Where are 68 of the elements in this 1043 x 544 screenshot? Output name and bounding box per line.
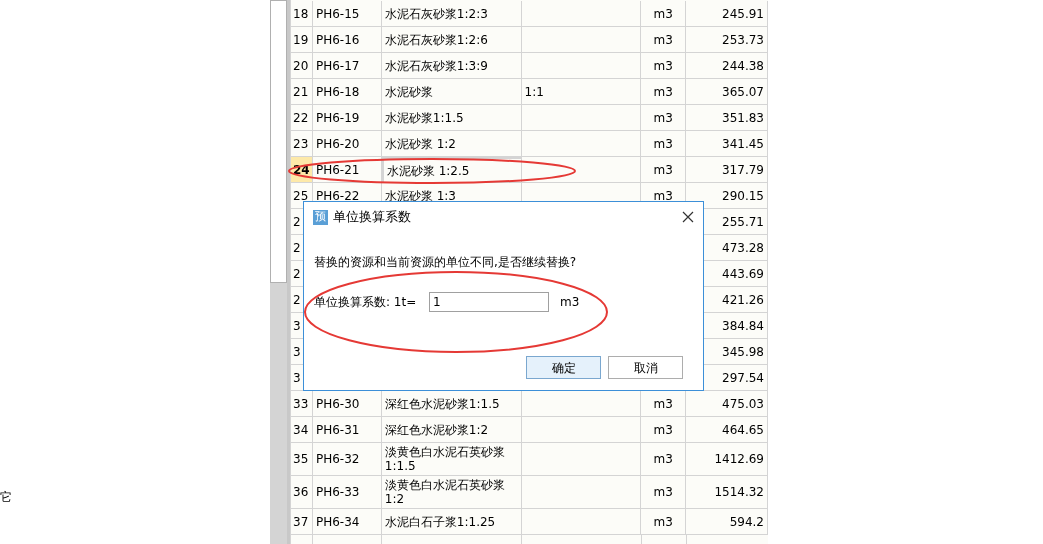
table-cell: 水泥砂浆 1:2 — [381, 131, 522, 157]
table-cell: 351.83 — [686, 105, 768, 131]
row-number[interactable]: 21 — [291, 79, 313, 105]
field-label: 单位换算系数: 1t= — [314, 294, 418, 311]
table-cell: 317.79 — [686, 157, 768, 183]
table-cell: 水泥石灰砂浆1:2:6 — [381, 27, 522, 53]
row-number[interactable]: 35 — [291, 443, 313, 476]
row-number[interactable]: 23 — [291, 131, 313, 157]
table-cell: PH6-32 — [312, 443, 382, 476]
row-number[interactable]: 33 — [291, 391, 313, 417]
table-cell: PH6-19 — [312, 105, 382, 131]
table-cell: PH6-16 — [312, 27, 382, 53]
table-cell: 淡黄色白水泥石英砂浆1:1.5 — [381, 443, 522, 476]
table-cell: PH6-18 — [312, 79, 382, 105]
table-cell: PH6-34 — [312, 509, 382, 535]
row-number[interactable]: 18 — [291, 1, 313, 27]
table-cell: m3 — [641, 476, 687, 509]
table-cell: 水泥砂浆1:1.5 — [381, 105, 522, 131]
table-cell: 245.91 — [686, 1, 768, 27]
table-cell: m3 — [641, 417, 687, 443]
row-number[interactable]: 19 — [291, 27, 313, 53]
row-number[interactable]: 34 — [291, 417, 313, 443]
dialog-message: 替换的资源和当前资源的单位不同,是否继续替换? — [314, 254, 578, 271]
table-cell: PH6-17 — [312, 53, 382, 79]
table-cell: 1514.32 — [686, 476, 768, 509]
table-cell: 464.65 — [686, 417, 768, 443]
dialog-button[interactable]: 确定 — [526, 356, 601, 379]
table-cell: 淡黄色白水泥石英砂浆1:2 — [381, 476, 522, 509]
app-icon: 预 — [313, 209, 328, 225]
table-cell: 水泥砂浆 — [381, 79, 522, 105]
side-text: 它 — [0, 489, 13, 506]
table-cell: m3 — [641, 53, 687, 79]
table-cell: 深红色水泥砂浆1:1.5 — [381, 391, 522, 417]
dialog-button[interactable]: 取消 — [608, 356, 683, 379]
table-cell: 水泥石灰砂浆1:2:3 — [381, 1, 522, 27]
close-icon[interactable] — [681, 210, 695, 224]
input-field[interactable]: 1 — [429, 292, 549, 312]
unit-text: m3 — [560, 294, 580, 311]
table-cell: m3 — [641, 27, 687, 53]
table-cell: PH6-30 — [312, 391, 382, 417]
table-cell: 341.45 — [686, 131, 768, 157]
table-cell: 244.38 — [686, 53, 768, 79]
table-cell: 1:1 — [521, 79, 642, 105]
table-cell: 475.03 — [686, 391, 768, 417]
table-cell: m3 — [641, 443, 687, 476]
table-cell: m3 — [641, 157, 687, 183]
table-cell: m3 — [641, 79, 687, 105]
table-cell: PH6-20 — [312, 131, 382, 157]
table-cell: 594.2 — [686, 509, 768, 535]
table-cell: 水泥石灰砂浆1:3:9 — [381, 53, 522, 79]
row-number[interactable]: 37 — [291, 509, 313, 535]
row-number[interactable]: 20 — [291, 53, 313, 79]
row-number[interactable]: 22 — [291, 105, 313, 131]
dialog-title: 单位换算系数 — [333, 208, 411, 227]
table-cell: m3 — [641, 131, 687, 157]
table-cell: 1412.69 — [686, 443, 768, 476]
table-cell: m3 — [641, 391, 687, 417]
table-cell: 水泥白石子浆1:1.25 — [381, 509, 522, 535]
table-cell: m3 — [641, 509, 687, 535]
table-cell: m3 — [641, 1, 687, 27]
table-cell: PH6-15 — [312, 1, 382, 27]
row-number[interactable]: 36 — [291, 476, 313, 509]
table-cell: PH6-31 — [312, 417, 382, 443]
table-cell: 365.07 — [686, 79, 768, 105]
table-cell: PH6-33 — [312, 476, 382, 509]
table-cell: 253.73 — [686, 27, 768, 53]
table-cell: 深红色水泥砂浆1:2 — [381, 417, 522, 443]
table-cell: m3 — [641, 105, 687, 131]
